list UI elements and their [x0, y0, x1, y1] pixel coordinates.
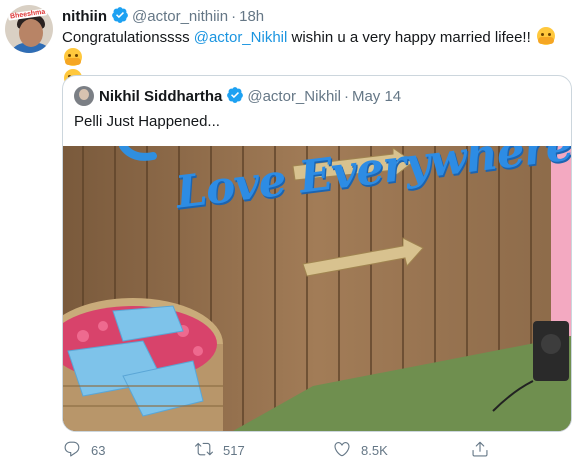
quoted-author-handle: @actor_Nikhil	[247, 88, 341, 105]
retweet-button[interactable]: 517	[195, 440, 245, 461]
author-avatar[interactable]: Bheeshma	[5, 5, 53, 53]
tweet-text-part2: wishin u a very happy married lifee!!	[287, 29, 535, 46]
separator-dot: ·	[343, 88, 349, 105]
retweet-icon	[195, 440, 223, 461]
like-icon	[333, 440, 361, 461]
quoted-photo[interactable]: Love Everywhere	[63, 146, 571, 431]
author-handle[interactable]: @actor_nithiin	[132, 8, 228, 25]
reply-icon	[63, 440, 91, 461]
quoted-tweet[interactable]: Nikhil Siddhartha @actor_Nikhil · May 14 Pe…	[62, 75, 572, 432]
mention-link[interactable]: @actor_Nikhil	[194, 29, 288, 46]
share-icon	[471, 440, 499, 461]
tweet-timestamp[interactable]: 18h	[239, 8, 264, 25]
tweet[interactable]: Bheeshma nithiin @actor_nithiin · 18h Congr…	[0, 0, 579, 466]
share-button[interactable]	[471, 440, 499, 461]
author-name[interactable]: nithiin	[62, 8, 107, 25]
hugging-face-emoji	[64, 48, 82, 66]
reply-count: 63	[91, 443, 106, 458]
quoted-header: Nikhil Siddhartha @actor_Nikhil · May 14	[99, 86, 401, 110]
retweet-count: 517	[223, 443, 245, 458]
quoted-date: May 14	[351, 88, 402, 105]
quoted-author-avatar	[74, 86, 94, 106]
tweet-actions: 63 517 8.5K	[62, 440, 572, 462]
quoted-text: Pelli Just Happened...	[74, 113, 220, 130]
like-count: 8.5K	[361, 443, 388, 458]
reply-button[interactable]: 63	[63, 440, 105, 461]
like-button[interactable]: 8.5K	[333, 440, 388, 461]
tweet-text-part1: Congratulationssss	[62, 29, 194, 46]
verified-badge-icon	[226, 86, 244, 110]
quoted-author-name: Nikhil Siddhartha	[99, 88, 223, 105]
separator-dot: ·	[231, 8, 237, 25]
hugging-face-emoji	[536, 27, 555, 45]
